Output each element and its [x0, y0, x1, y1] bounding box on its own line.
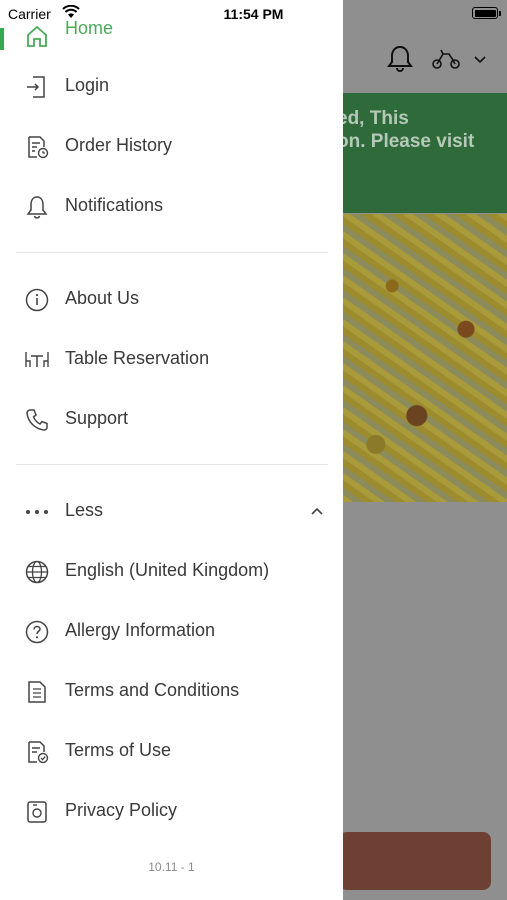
- drawer-item-about-us[interactable]: About Us: [0, 274, 343, 324]
- drawer-item-label: Less: [65, 500, 104, 520]
- info-icon: [24, 287, 50, 313]
- phone-icon: [24, 407, 50, 433]
- drawer-item-label: Allergy Information: [65, 620, 216, 640]
- login-icon: [24, 74, 50, 100]
- app-version: 10.11 - 1: [148, 860, 195, 874]
- drawer-item-login[interactable]: Login: [0, 61, 343, 111]
- footer-action-button[interactable]: [343, 832, 491, 890]
- drawer-item-order-history[interactable]: Order History: [0, 121, 343, 171]
- drawer-item-label: Support: [65, 408, 129, 428]
- navigation-drawer: Home Login Order History Notifications A…: [0, 0, 343, 900]
- drawer-item-support[interactable]: Support: [0, 394, 343, 444]
- bell-icon[interactable]: [387, 44, 413, 72]
- drawer-item-less[interactable]: Less: [0, 486, 343, 536]
- bell-icon: [24, 194, 50, 220]
- divider: [16, 252, 328, 253]
- drawer-item-notifications[interactable]: Notifications: [0, 181, 343, 231]
- globe-icon: [24, 559, 50, 585]
- drawer-item-label: Table Reservation: [65, 348, 210, 368]
- order-history-icon: [24, 134, 50, 160]
- drawer-item-label: Notifications: [65, 195, 164, 215]
- notice-banner: ed, This on. Please visit: [343, 93, 507, 213]
- drawer-item-terms-of-use[interactable]: Terms of Use: [0, 726, 343, 776]
- drawer-item-allergy-information[interactable]: Allergy Information: [0, 606, 343, 656]
- food-image: [343, 214, 507, 502]
- clock: 11:54 PM: [223, 6, 284, 22]
- document-check-icon: [24, 739, 50, 765]
- drawer-item-label: About Us: [65, 288, 140, 308]
- divider: [16, 464, 328, 465]
- chevron-up-icon[interactable]: [310, 506, 324, 516]
- drawer-item-label: English (United Kingdom): [65, 560, 270, 580]
- document-icon: [24, 679, 50, 705]
- drawer-item-label: Login: [65, 75, 110, 95]
- battery-cap: [499, 11, 501, 16]
- active-indicator: [0, 28, 4, 50]
- notice-banner-text: ed, This on. Please visit: [343, 108, 475, 152]
- chevron-down-icon[interactable]: [473, 54, 487, 64]
- drawer-item-label: Terms of Use: [65, 740, 172, 760]
- question-icon: [24, 619, 50, 645]
- drawer-item-label: Order History: [65, 135, 173, 155]
- table-chairs-icon: [24, 347, 50, 373]
- drawer-item-label: Terms and Conditions: [65, 680, 240, 700]
- drawer-item-table-reservation[interactable]: Table Reservation: [0, 334, 343, 384]
- background-screen: ed, This on. Please visit: [343, 0, 507, 900]
- drawer-item-language[interactable]: English (United Kingdom): [0, 546, 343, 596]
- status-bar: Carrier 11:54 PM: [0, 0, 507, 28]
- more-dots-icon: [24, 499, 50, 525]
- drawer-item-privacy-policy[interactable]: Privacy Policy: [0, 786, 343, 836]
- delivery-scooter-icon[interactable]: [431, 48, 461, 70]
- privacy-icon: [24, 799, 50, 825]
- drawer-item-label: Privacy Policy: [65, 800, 178, 820]
- drawer-item-terms-and-conditions[interactable]: Terms and Conditions: [0, 666, 343, 716]
- battery-icon: [472, 7, 498, 19]
